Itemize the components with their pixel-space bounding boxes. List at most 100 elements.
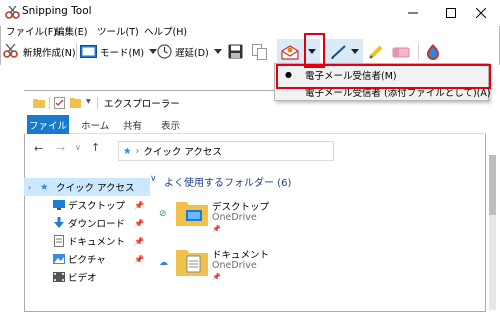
menu-edit[interactable]: 編集(E) [55,24,87,38]
pin-icon: 📌 [212,273,221,281]
highlight-menu-item [276,64,491,89]
pin-icon: 📌 [134,218,144,228]
menu-file[interactable]: ファイル(F) [6,24,57,38]
pen-button[interactable] [325,39,363,64]
picture-icon [53,254,65,264]
email-icon [281,44,299,60]
collapse-chevron-icon[interactable]: ∨ [150,174,157,184]
address-text: クイック アクセス [143,147,222,158]
synced-check-icon: ⊘ [159,209,167,219]
minimize-icon [408,12,418,14]
vertical-scrollbar[interactable] [486,155,499,315]
video-icon [53,272,65,282]
new-folder-icon [70,98,81,108]
folder-location: OneDrive [212,212,257,223]
copy-icon [252,43,267,60]
section-title: よく使用するフォルダー (6) [164,178,292,189]
toolbar-separator [76,43,77,60]
ribbon-tab-view[interactable]: 表示 [161,118,180,132]
nav-label: ドキュメント [68,237,126,248]
nav-item-videos[interactable]: ビデオ [24,268,150,286]
copy-button[interactable] [252,41,267,62]
toolbar-separator [418,43,419,60]
scrollbar-thumb[interactable] [489,155,496,215]
pen-icon [330,44,346,59]
explorer-address-row: ← → ∨ ↑ ★ › クイック アクセス [24,134,486,164]
nav-label: ビデオ [68,273,97,284]
paint3d-icon [427,44,439,60]
folder-icon [33,99,45,108]
folder-name[interactable]: ドキュメント [212,247,269,261]
divider [97,97,98,109]
nav-label: ピクチャ [68,255,106,266]
ribbon-tab-file[interactable]: ファイル [27,115,69,134]
documents-folder-icon[interactable] [176,246,208,276]
up-arrow-icon[interactable]: ↑ [91,141,100,154]
chevron-down-icon [213,48,222,54]
address-bar[interactable]: ★ › クイック アクセス [118,141,334,161]
nav-label: デスクトップ [68,201,126,212]
back-arrow-icon[interactable]: ← [34,142,43,155]
pin-icon: 📌 [134,254,144,264]
pin-icon: 📌 [212,225,221,233]
new-snip-button[interactable]: 新規作成(N) [3,41,76,62]
close-icon [476,8,486,18]
download-icon [54,217,64,228]
toolbar: 新規作成(N) モード(M) 遅延(D) [0,38,500,65]
menu-help[interactable]: ヘルプ(H) [144,24,187,38]
desktop-icon [53,200,65,210]
menu-bar: ファイル(F) 編集(E) ツール(T) ヘルプ(H) [0,22,500,38]
cloud-icon: ☁ [159,258,168,268]
divider [49,97,50,109]
properties-icon [54,97,65,109]
recent-chevron-icon[interactable]: ∨ [75,143,81,152]
expand-chevron-icon[interactable]: › [28,183,31,192]
mode-icon [80,45,97,58]
eraser-button[interactable] [392,41,410,62]
delay-label: 遅延(D) [175,47,209,59]
nav-item-downloads[interactable]: ダウンロード 📌 [24,214,150,232]
save-icon [228,44,243,59]
ribbon-tab-home[interactable]: ホーム [81,118,109,132]
nav-item-desktop[interactable]: デスクトップ 📌 [24,196,150,214]
pin-icon: 📌 [134,236,144,246]
snipping-tool-app-icon [5,5,20,19]
star-icon: ★ [40,181,49,193]
save-button[interactable] [228,41,243,62]
nav-item-quick-access[interactable]: › ★ クイック アクセス [24,178,150,196]
delay-button[interactable]: 遅延(D) [157,41,222,62]
send-email-button[interactable] [277,39,303,64]
quick-access-dropdown-icon: ▾ [86,96,91,107]
document-icon [54,235,64,247]
explorer-ribbon: ファイル ホーム 共有 表示 [24,115,486,134]
nav-label: ダウンロード [68,219,126,230]
chevron-down-icon [350,48,359,54]
paint3d-button[interactable] [426,41,440,62]
nav-label: クイック アクセス [56,183,135,194]
nav-item-pictures[interactable]: ピクチャ 📌 [24,250,150,268]
star-icon: ★ [123,145,132,157]
explorer-main-pane: ∨ よく使用するフォルダー (6) ⊘ デスクトップ OneDrive 📌 ☁ … [148,168,478,312]
desktop-folder-icon[interactable] [176,198,208,226]
folder-name[interactable]: デスクトップ [212,199,269,213]
menu-tools[interactable]: ツール(T) [97,24,139,38]
mode-button[interactable]: モード(M) [80,41,158,62]
new-snip-label: 新規作成(N) [23,47,76,59]
breadcrumb-chevron-icon: › [135,145,140,157]
pin-icon: 📌 [134,200,144,210]
scissors-icon [3,44,18,58]
ribbon-tab-share[interactable]: 共有 [123,118,142,132]
clock-icon [157,44,172,59]
folder-location: OneDrive [212,260,257,271]
explorer-title: エクスプローラー [104,99,180,110]
highlight-dropdown-arrow [304,33,325,68]
nav-item-documents[interactable]: ドキュメント 📌 [24,232,150,250]
mode-label: モード(M) [100,47,145,59]
explorer-nav-pane: › ★ クイック アクセス デスクトップ 📌 ダウンロード 📌 ドキュメント 📌… [24,172,150,312]
chevron-down-icon [149,48,158,54]
highlighter-button[interactable] [368,41,384,62]
eraser-icon [392,47,410,57]
forward-arrow-icon[interactable]: → [56,142,65,155]
window-title: Snipping Tool [22,5,92,17]
highlighter-icon [369,45,383,59]
